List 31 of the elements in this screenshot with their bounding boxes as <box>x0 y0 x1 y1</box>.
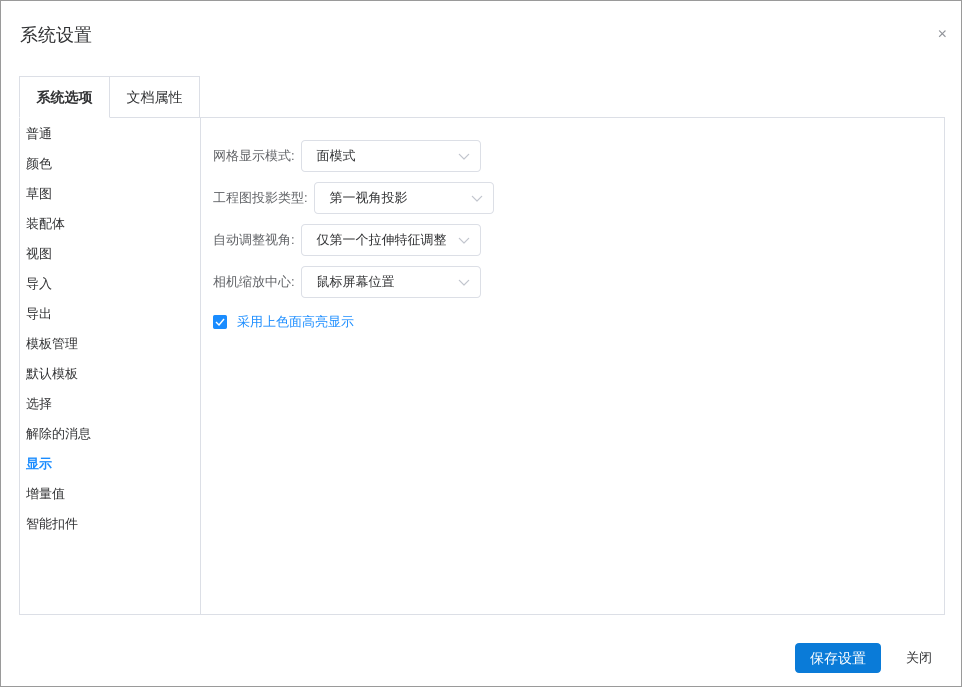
tab[interactable]: 系统选项 <box>19 76 110 118</box>
chevron-down-icon <box>458 236 470 244</box>
sidebar-item[interactable]: 智能扣件 <box>20 509 200 539</box>
dropdown[interactable]: 第一视角投影 <box>314 182 494 214</box>
checkbox[interactable] <box>213 314 227 329</box>
chevron-down-icon <box>470 194 483 202</box>
sidebar-item[interactable]: 普通 <box>20 119 200 149</box>
close-text-button[interactable]: 关闭 <box>891 643 947 673</box>
sidebar-item[interactable]: 颜色 <box>20 149 200 179</box>
field-label: 网格显示模式: <box>213 147 295 166</box>
dropdown[interactable]: 面模式 <box>300 140 481 172</box>
sidebar-item[interactable]: 模板管理 <box>20 329 200 359</box>
dropdown[interactable]: 鼠标屏幕位置 <box>300 266 481 298</box>
sidebar-item[interactable]: 解除的消息 <box>20 419 200 449</box>
sidebar-item[interactable]: 导入 <box>20 269 200 299</box>
field-label: 工程图投影类型: <box>213 189 308 208</box>
field-label: 相机缩放中心: <box>213 273 295 292</box>
save-button[interactable]: 保存设置 <box>795 643 881 673</box>
sidebar-item[interactable]: 草图 <box>20 179 200 209</box>
field-label: 自动调整视角: <box>213 231 295 250</box>
tab[interactable]: 文档属性 <box>109 76 200 118</box>
chevron-down-icon <box>458 152 470 160</box>
dropdown[interactable]: 仅第一个拉伸特征调整 <box>300 224 481 256</box>
sidebar-item[interactable]: 默认模板 <box>20 359 200 389</box>
window-title: 系统设置 <box>20 24 92 46</box>
chevron-down-icon <box>458 278 470 286</box>
sidebar-item[interactable]: 选择 <box>20 389 200 419</box>
sidebar-item[interactable]: 装配体 <box>20 209 200 239</box>
sidebar-item[interactable]: 视图 <box>20 239 200 269</box>
sidebar-item[interactable]: 导出 <box>20 299 200 329</box>
sidebar-item[interactable]: 增量值 <box>20 479 200 509</box>
